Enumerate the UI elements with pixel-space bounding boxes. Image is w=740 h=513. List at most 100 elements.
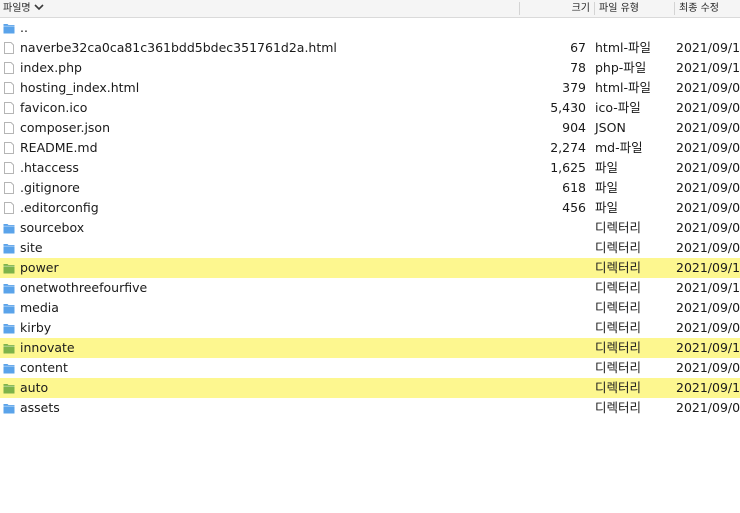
column-divider[interactable] xyxy=(594,2,595,15)
row-filetype: 디렉터리 xyxy=(595,260,642,275)
row-filetype: html-파일 xyxy=(595,80,651,95)
row-filesize: 5,430 xyxy=(550,100,586,115)
column-divider[interactable] xyxy=(674,2,675,15)
row-filename: .gitignore xyxy=(20,180,80,195)
file-row[interactable]: index.php 78 php-파일 2021/09/18 xyxy=(0,58,740,78)
row-modified: 2021/09/03 xyxy=(676,140,740,155)
row-modified: 2021/09/03 xyxy=(676,200,740,215)
row-filename: hosting_index.html xyxy=(20,80,140,95)
row-filename: assets xyxy=(20,400,60,415)
column-header-size[interactable]: 크기 xyxy=(524,0,590,17)
row-filetype: 디렉터리 xyxy=(595,300,642,315)
row-modified: 2021/09/03 xyxy=(676,160,740,175)
folder-icon xyxy=(3,344,15,354)
row-modified: 2021/09/03 xyxy=(676,180,740,195)
file-list: .. naverbe32ca0ca81c361bdd5bdec351761d2a.… xyxy=(0,18,740,418)
row-modified: 2021/09/01 xyxy=(676,80,740,95)
folder-icon xyxy=(3,244,15,254)
row-modified: 2021/09/03 xyxy=(676,120,740,135)
file-icon xyxy=(4,202,14,214)
row-modified: 2021/09/03 xyxy=(676,300,740,315)
file-icon xyxy=(4,62,14,74)
row-filetype: 디렉터리 xyxy=(595,380,642,395)
row-filesize: 67 xyxy=(570,40,586,55)
column-divider[interactable] xyxy=(519,2,520,15)
row-filetype: 파일 xyxy=(595,200,619,215)
row-filesize: 1,625 xyxy=(550,160,586,175)
row-filetype: 디렉터리 xyxy=(595,360,642,375)
folder-icon xyxy=(3,384,15,394)
folder-row[interactable]: innovate 디렉터리 2021/09/16 xyxy=(0,338,740,358)
file-row[interactable]: favicon.ico 5,430 ico-파일 2021/09/03 xyxy=(0,98,740,118)
column-header-modified[interactable]: 최종 수정 xyxy=(679,0,719,17)
file-icon xyxy=(4,142,14,154)
file-icon xyxy=(4,182,14,194)
row-filename: site xyxy=(20,240,43,255)
row-filetype: ico-파일 xyxy=(595,100,641,115)
row-filename: onetwothreefourfive xyxy=(20,280,148,295)
file-icon xyxy=(4,82,14,94)
row-filetype: 디렉터리 xyxy=(595,400,642,415)
row-filetype: md-파일 xyxy=(595,140,643,155)
folder-row[interactable]: media 디렉터리 2021/09/03 xyxy=(0,298,740,318)
file-row[interactable]: README.md 2,274 md-파일 2021/09/03 xyxy=(0,138,740,158)
folder-icon xyxy=(3,404,15,414)
row-filename: .htaccess xyxy=(20,160,79,175)
file-row[interactable]: hosting_index.html 379 html-파일 2021/09/01 xyxy=(0,78,740,98)
file-row[interactable]: .gitignore 618 파일 2021/09/03 xyxy=(0,178,740,198)
row-filesize: 2,274 xyxy=(550,140,586,155)
row-filename: sourcebox xyxy=(20,220,85,235)
folder-icon xyxy=(3,284,15,294)
row-filename: media xyxy=(20,300,59,315)
folder-row[interactable]: auto 디렉터리 2021/09/16 xyxy=(0,378,740,398)
column-header-type[interactable]: 파일 유형 xyxy=(599,0,639,17)
folder-row[interactable]: .. xyxy=(0,18,740,38)
row-filetype: 디렉터리 xyxy=(595,220,642,235)
file-row[interactable]: .htaccess 1,625 파일 2021/09/03 xyxy=(0,158,740,178)
row-filetype: JSON xyxy=(595,120,626,135)
folder-icon xyxy=(3,364,15,374)
row-filename: composer.json xyxy=(20,120,111,135)
row-filetype: 파일 xyxy=(595,160,619,175)
folder-row[interactable]: kirby 디렉터리 2021/09/03 xyxy=(0,318,740,338)
row-filetype: html-파일 xyxy=(595,40,651,55)
row-modified: 2021/09/03 xyxy=(676,240,740,255)
row-modified: 2021/09/10 xyxy=(676,280,740,295)
row-filename: kirby xyxy=(20,320,52,335)
folder-icon xyxy=(3,24,15,34)
folder-row[interactable]: assets 디렉터리 2021/09/03 xyxy=(0,398,740,418)
folder-row[interactable]: site 디렉터리 2021/09/03 xyxy=(0,238,740,258)
row-filename: auto xyxy=(20,380,49,395)
folder-row[interactable]: power 디렉터리 2021/09/18 xyxy=(0,258,740,278)
folder-row[interactable]: sourcebox 디렉터리 2021/09/03 xyxy=(0,218,740,238)
row-modified: 2021/09/03 xyxy=(676,100,740,115)
row-filename: .editorconfig xyxy=(20,200,99,215)
row-filetype: 디렉터리 xyxy=(595,340,642,355)
file-icon xyxy=(4,42,14,54)
folder-icon xyxy=(3,264,15,274)
row-filetype: 디렉터리 xyxy=(595,320,642,335)
row-modified: 2021/09/18 xyxy=(676,260,740,275)
chevron-down-icon xyxy=(34,3,44,10)
file-row[interactable]: .editorconfig 456 파일 2021/09/03 xyxy=(0,198,740,218)
column-header-name-label: 파일명 xyxy=(3,3,31,14)
row-filetype: 디렉터리 xyxy=(595,240,642,255)
row-filetype: 파일 xyxy=(595,180,619,195)
row-filename: power xyxy=(20,260,59,275)
column-header-name[interactable]: 파일명 xyxy=(3,0,44,17)
folder-row[interactable]: content 디렉터리 2021/09/03 xyxy=(0,358,740,378)
row-modified: 2021/09/18 xyxy=(676,60,740,75)
row-filename: .. xyxy=(20,20,28,35)
file-icon xyxy=(4,102,14,114)
row-modified: 2021/09/16 xyxy=(676,380,740,395)
row-filename: README.md xyxy=(20,140,98,155)
file-icon xyxy=(4,162,14,174)
file-row[interactable]: naverbe32ca0ca81c361bdd5bdec351761d2a.ht… xyxy=(0,38,740,58)
row-filename: naverbe32ca0ca81c361bdd5bdec351761d2a.ht… xyxy=(20,40,337,55)
file-icon xyxy=(4,122,14,134)
folder-row[interactable]: onetwothreefourfive 디렉터리 2021/09/10 xyxy=(0,278,740,298)
row-filesize: 904 xyxy=(562,120,586,135)
row-modified: 2021/09/16 xyxy=(676,340,740,355)
row-modified: 2021/09/03 xyxy=(676,320,740,335)
file-row[interactable]: composer.json 904 JSON 2021/09/03 xyxy=(0,118,740,138)
